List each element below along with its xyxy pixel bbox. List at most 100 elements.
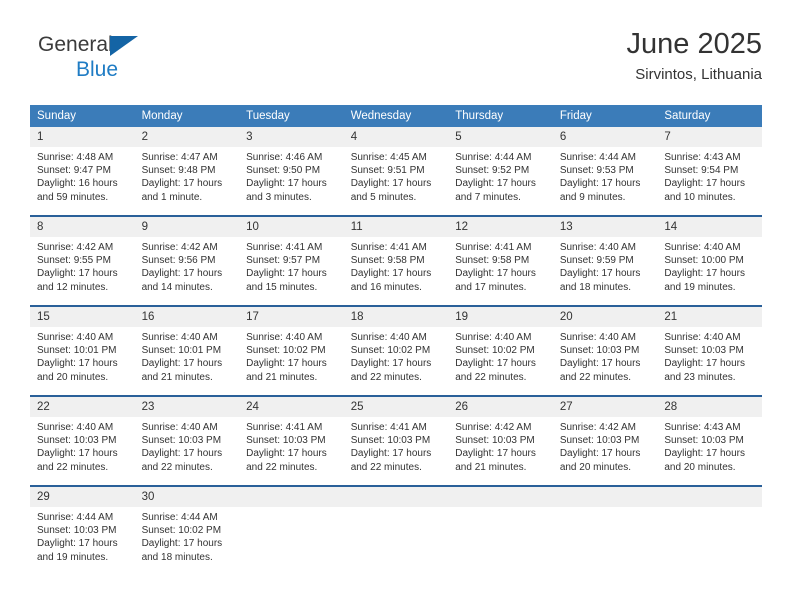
- day-cell[interactable]: Sunrise: 4:48 AM Sunset: 9:47 PM Dayligh…: [30, 147, 135, 216]
- day-cell[interactable]: Sunrise: 4:42 AM Sunset: 10:03 PM Daylig…: [448, 417, 553, 486]
- sunrise-text: Sunrise: 4:44 AM: [559, 152, 636, 163]
- day-cell[interactable]: Sunrise: 4:44 AM Sunset: 9:53 PM Dayligh…: [552, 147, 658, 216]
- day-cell[interactable]: Sunrise: 4:41 AM Sunset: 10:03 PM Daylig…: [239, 417, 344, 486]
- day-number[interactable]: 10: [239, 216, 344, 237]
- day-number[interactable]: 26: [448, 396, 553, 417]
- day-number[interactable]: 4: [343, 127, 449, 147]
- day-number[interactable]: 2: [134, 127, 240, 147]
- day-number[interactable]: 8: [30, 216, 135, 237]
- sunset-text: Sunset: 9:53 PM: [559, 165, 634, 177]
- sunset-text: Sunset: 9:47 PM: [37, 165, 111, 177]
- day-number[interactable]: 18: [343, 306, 449, 327]
- sunrise-text: Sunrise: 4:40 AM: [559, 332, 636, 343]
- day-number[interactable]: 23: [134, 396, 240, 417]
- daylight-text-line1: Daylight: 17 hours: [664, 268, 745, 280]
- day-cell[interactable]: Sunrise: 4:44 AM Sunset: 10:02 PM Daylig…: [134, 507, 240, 575]
- day-number[interactable]: 9: [134, 216, 240, 237]
- day-cell[interactable]: Sunrise: 4:41 AM Sunset: 9:58 PM Dayligh…: [343, 237, 449, 306]
- day-cell[interactable]: Sunrise: 4:40 AM Sunset: 10:02 PM Daylig…: [448, 327, 553, 396]
- day-cell[interactable]: Sunrise: 4:42 AM Sunset: 10:03 PM Daylig…: [552, 417, 658, 486]
- day-number[interactable]: 17: [239, 306, 344, 327]
- day-number[interactable]: 7: [657, 127, 762, 147]
- sunrise-text: Sunrise: 4:42 AM: [455, 422, 532, 433]
- day-cell[interactable]: Sunrise: 4:44 AM Sunset: 10:03 PM Daylig…: [30, 507, 135, 575]
- day-cell[interactable]: Sunrise: 4:40 AM Sunset: 10:02 PM Daylig…: [239, 327, 344, 396]
- day-number[interactable]: 19: [448, 306, 553, 327]
- day-number[interactable]: 24: [239, 396, 344, 417]
- day-cell[interactable]: Sunrise: 4:40 AM Sunset: 10:01 PM Daylig…: [30, 327, 135, 396]
- day-cell[interactable]: Sunrise: 4:47 AM Sunset: 9:48 PM Dayligh…: [134, 147, 240, 216]
- day-cell[interactable]: Sunrise: 4:40 AM Sunset: 10:02 PM Daylig…: [343, 327, 449, 396]
- day-cell[interactable]: Sunrise: 4:41 AM Sunset: 10:03 PM Daylig…: [343, 417, 449, 486]
- day-cell[interactable]: Sunrise: 4:40 AM Sunset: 10:01 PM Daylig…: [134, 327, 240, 396]
- daylight-text-line1: Daylight: 17 hours: [455, 268, 536, 280]
- day-detail-row: Sunrise: 4:40 AM Sunset: 10:03 PM Daylig…: [30, 417, 762, 486]
- day-cell[interactable]: Sunrise: 4:40 AM Sunset: 10:00 PM Daylig…: [657, 237, 762, 306]
- day-cell[interactable]: Sunrise: 4:40 AM Sunset: 10:03 PM Daylig…: [30, 417, 135, 486]
- daylight-text-line2: and 7 minutes.: [455, 191, 521, 203]
- sunrise-text: Sunrise: 4:41 AM: [350, 422, 427, 433]
- day-number-empty: [448, 486, 553, 507]
- day-number[interactable]: 20: [552, 306, 658, 327]
- masthead: General Blue June 2025 Sirvintos, Lithua…: [30, 26, 762, 96]
- day-number[interactable]: 16: [134, 306, 240, 327]
- day-number[interactable]: 5: [448, 127, 553, 147]
- day-number[interactable]: 1: [30, 127, 135, 147]
- day-number[interactable]: 12: [448, 216, 553, 237]
- week-row: 8 9 10 11 12 13 14 Sunrise: 4:42 AM Suns…: [30, 216, 762, 306]
- sunset-text: Sunset: 9:54 PM: [664, 165, 739, 177]
- day-number[interactable]: 30: [134, 486, 240, 507]
- sunset-text: Sunset: 10:03 PM: [455, 435, 535, 447]
- day-number[interactable]: 28: [657, 396, 762, 417]
- day-number[interactable]: 3: [239, 127, 344, 147]
- day-number[interactable]: 21: [657, 306, 762, 327]
- day-number[interactable]: 6: [552, 127, 658, 147]
- sunset-text: Sunset: 10:03 PM: [37, 435, 117, 447]
- day-number[interactable]: 22: [30, 396, 135, 417]
- sunrise-text: Sunrise: 4:40 AM: [141, 332, 218, 343]
- day-number-row: 29 30: [30, 486, 762, 507]
- daylight-text-line1: Daylight: 17 hours: [350, 358, 432, 370]
- title-block: June 2025 Sirvintos, Lithuania: [627, 26, 762, 86]
- day-cell[interactable]: Sunrise: 4:40 AM Sunset: 10:03 PM Daylig…: [134, 417, 240, 486]
- daylight-text-line1: Daylight: 16 hours: [37, 178, 118, 190]
- daylight-text-line2: and 9 minutes.: [559, 191, 626, 203]
- day-number-empty: [552, 486, 658, 507]
- day-number[interactable]: 25: [343, 396, 449, 417]
- day-cell[interactable]: Sunrise: 4:42 AM Sunset: 9:55 PM Dayligh…: [30, 237, 135, 306]
- day-cell[interactable]: Sunrise: 4:41 AM Sunset: 9:57 PM Dayligh…: [239, 237, 344, 306]
- sunrise-text: Sunrise: 4:42 AM: [559, 422, 636, 433]
- day-cell[interactable]: Sunrise: 4:40 AM Sunset: 9:59 PM Dayligh…: [552, 237, 658, 306]
- day-cell[interactable]: Sunrise: 4:41 AM Sunset: 9:58 PM Dayligh…: [448, 237, 553, 306]
- day-cell[interactable]: Sunrise: 4:46 AM Sunset: 9:50 PM Dayligh…: [239, 147, 344, 216]
- day-number-empty: [239, 486, 344, 507]
- day-number[interactable]: 27: [552, 396, 658, 417]
- day-number-row: 8 9 10 11 12 13 14: [30, 216, 762, 237]
- sunrise-text: Sunrise: 4:48 AM: [37, 152, 114, 163]
- day-number[interactable]: 13: [552, 216, 658, 237]
- daylight-text-line1: Daylight: 17 hours: [664, 448, 745, 460]
- day-cell[interactable]: Sunrise: 4:43 AM Sunset: 10:03 PM Daylig…: [657, 417, 762, 486]
- day-number[interactable]: 15: [30, 306, 135, 327]
- day-number[interactable]: 14: [657, 216, 762, 237]
- daylight-text-line1: Daylight: 17 hours: [141, 448, 223, 460]
- sunset-text: Sunset: 9:58 PM: [350, 255, 425, 267]
- day-cell[interactable]: Sunrise: 4:40 AM Sunset: 10:03 PM Daylig…: [657, 327, 762, 396]
- general-blue-logo[interactable]: General Blue: [38, 34, 158, 88]
- calendar-grid: Sunday Monday Tuesday Wednesday Thursday…: [30, 105, 762, 575]
- daylight-text-line2: and 12 minutes.: [37, 281, 109, 293]
- day-cell[interactable]: Sunrise: 4:45 AM Sunset: 9:51 PM Dayligh…: [343, 147, 449, 216]
- sunrise-text: Sunrise: 4:40 AM: [246, 332, 323, 343]
- daylight-text-line2: and 15 minutes.: [246, 281, 318, 293]
- day-number[interactable]: 29: [30, 486, 135, 507]
- day-cell-empty: [343, 507, 449, 575]
- sunrise-text: Sunrise: 4:43 AM: [664, 152, 741, 163]
- daylight-text-line1: Daylight: 17 hours: [141, 538, 223, 550]
- day-cell[interactable]: Sunrise: 4:44 AM Sunset: 9:52 PM Dayligh…: [448, 147, 553, 216]
- sunset-text: Sunset: 10:03 PM: [141, 435, 222, 447]
- day-cell[interactable]: Sunrise: 4:40 AM Sunset: 10:03 PM Daylig…: [552, 327, 658, 396]
- day-cell[interactable]: Sunrise: 4:42 AM Sunset: 9:56 PM Dayligh…: [134, 237, 240, 306]
- daylight-text-line1: Daylight: 17 hours: [246, 268, 327, 280]
- day-cell[interactable]: Sunrise: 4:43 AM Sunset: 9:54 PM Dayligh…: [657, 147, 762, 216]
- day-number[interactable]: 11: [343, 216, 449, 237]
